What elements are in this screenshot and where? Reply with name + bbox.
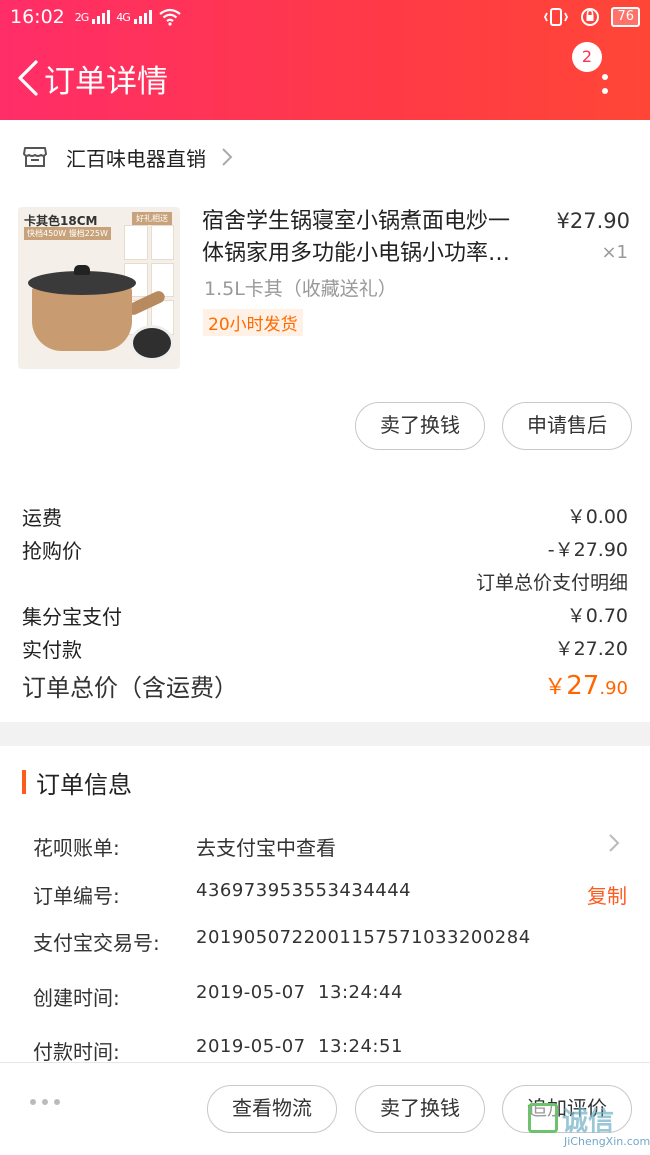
chevron-right-icon: [222, 148, 233, 166]
view-logistics-button[interactable]: 查看物流: [207, 1085, 337, 1133]
store-icon: [23, 147, 47, 167]
vibrate-icon: [544, 8, 569, 26]
sell-for-cash-button[interactable]: 卖了换钱: [355, 402, 485, 450]
flash-price-row: 抢购价 -￥27.90: [22, 539, 628, 563]
order-product-card: 汇百味电器直销 卡其色18CM 快档450W 慢档225W 好礼相送 宿舍学生锅…: [0, 120, 650, 722]
top-bar: 16:02 2G 4G 76 订单详情 2: [0, 0, 650, 120]
copy-button[interactable]: 复制: [587, 880, 627, 909]
after-sales-button[interactable]: 申请售后: [502, 402, 632, 450]
signal-label-2: 4G: [116, 10, 130, 24]
shop-name: 汇百味电器直销: [66, 146, 206, 171]
shipping-time-tag: 20小时发货: [203, 309, 303, 336]
order-total-label: 订单总价（含运费）: [22, 674, 238, 702]
shipping-fee-row: 运费 ￥0.00: [22, 506, 628, 530]
watermark-logo: 诚信 JiChengXin.com: [526, 1101, 650, 1151]
product-thumbnail[interactable]: 卡其色18CM 快档450W 慢档225W 好礼相送: [18, 207, 180, 369]
signal-bars-icon-2: [133, 10, 152, 24]
alarm-icon: [581, 8, 600, 26]
nav-bar: 订单详情 2: [0, 42, 650, 112]
bottom-action-bar: 查看物流 卖了换钱 追加评价 诚信 JiChengXin.com: [0, 1062, 650, 1155]
sell-for-cash-button-bottom[interactable]: 卖了换钱: [355, 1085, 485, 1133]
signal-label-1: 2G: [74, 10, 89, 24]
chevron-right-icon: [609, 834, 620, 852]
order-info-heading: 订单信息: [22, 766, 132, 799]
status-bar: 16:02 2G 4G 76: [0, 0, 650, 34]
page-title: 订单详情: [44, 64, 168, 100]
product-sku: 1.5L卡其（收藏送礼）: [204, 278, 397, 300]
more-menu-button[interactable]: 2: [572, 42, 620, 106]
status-time: 16:02: [10, 6, 65, 28]
order-number: 436973953553434444: [196, 880, 412, 901]
product-quantity: ×1: [601, 242, 628, 263]
wifi-icon: [159, 8, 181, 26]
order-total-value: ￥27.90: [544, 671, 628, 701]
product-price: ¥27.90: [556, 209, 630, 233]
message-count-badge: 2: [572, 42, 602, 72]
accent-bar: [22, 770, 26, 794]
more-options-icon[interactable]: [30, 1099, 60, 1109]
shop-row[interactable]: 汇百味电器直销: [22, 142, 234, 172]
back-arrow-icon[interactable]: [14, 58, 44, 98]
battery-indicator: 76: [611, 7, 640, 27]
signal-bars-icon: [92, 10, 111, 24]
paid-amount-row: 实付款 ￥27.20: [22, 638, 628, 662]
product-title[interactable]: 宿舍学生锅寝室小锅煮面电炒一 体锅家用多功能小电锅小功率…: [202, 206, 538, 270]
jifenbao-row: 集分宝支付 ￥0.70: [22, 605, 628, 629]
payment-detail-link[interactable]: 订单总价支付明细: [476, 568, 628, 595]
